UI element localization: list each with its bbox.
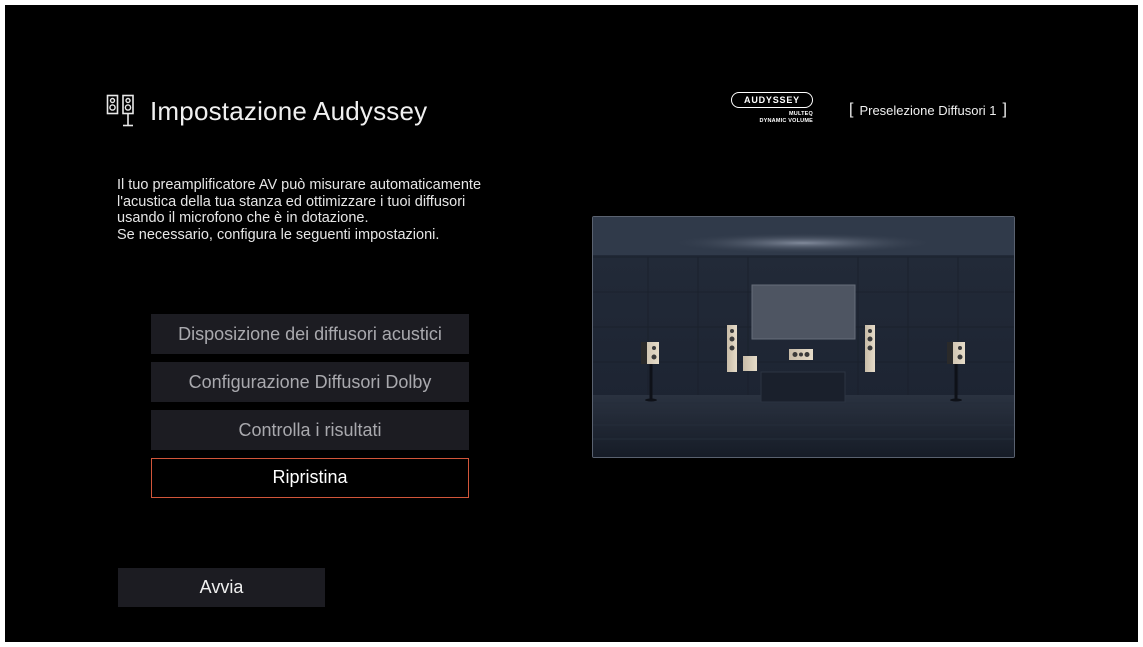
setup-menu: Disposizione dei diffusori acustici Conf… [151,314,469,506]
start-button[interactable]: Avvia [118,568,325,607]
description-line: l'acustica della tua stanza ed ottimizza… [117,193,466,210]
description-line: Il tuo preamplificatore AV può misurare … [117,177,482,193]
description-line: usando il microfono che è in dotazione. [117,210,369,226]
audyssey-brand: AUDYSSEY [731,92,813,108]
menu-item-speaker-layout[interactable]: Disposizione dei diffusori acustici [151,314,469,354]
logo-line-dynamic-volume: DYNAMIC VOLUME [759,118,813,124]
header: Impostazione Audyssey [106,91,427,131]
audyssey-logo: AUDYSSEY MULTEQ DYNAMIC VOLUME [725,90,821,128]
logo-line-multeq: MULTEQ [788,111,813,117]
preset-close-bracket: ] [1002,101,1007,118]
page-title: Impostazione Audyssey [150,95,428,126]
description-line: Se necessario, configura le seguenti imp… [117,226,440,243]
speaker-preset-indicator: [ Preselezione Diffusori 1 ] [843,101,1013,119]
preset-label: Preselezione Diffusori 1 [859,102,997,118]
speakers-icon [106,94,136,128]
description: Il tuo preamplificatore AV può misurare … [117,177,557,243]
menu-item-check-results[interactable]: Controlla i risultati [151,410,469,450]
menu-item-reset[interactable]: Ripristina [151,458,469,498]
menu-item-dolby-speaker-config[interactable]: Configurazione Diffusori Dolby [151,362,469,402]
audyssey-setup-screen: Impostazione Audyssey AUDYSSEY MULTEQ DY… [5,5,1138,642]
preset-open-bracket: [ [849,101,854,118]
home-theater-room-illustration [592,216,1015,458]
